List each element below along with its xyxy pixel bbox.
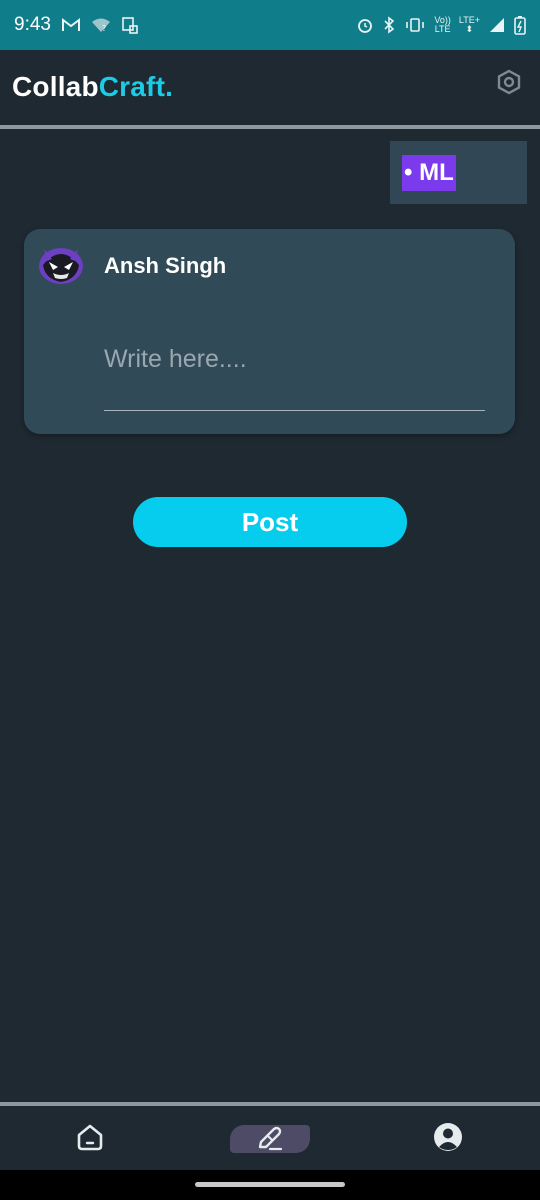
- alarm-icon: [356, 16, 374, 34]
- bluetooth-icon: [382, 16, 396, 34]
- tag-container: • ML: [390, 141, 527, 204]
- lte-small-label: LTE: [434, 24, 451, 34]
- post-button[interactable]: Post: [133, 497, 407, 547]
- nav-profile-button[interactable]: [420, 1120, 476, 1154]
- system-navigation-bar: [0, 1170, 540, 1200]
- data-arrows-icon: ⬍: [465, 24, 474, 34]
- wifi-unknown-icon: ?: [91, 17, 111, 33]
- battery-icon: [514, 15, 526, 35]
- status-time: 9:43: [14, 14, 51, 35]
- settings-button[interactable]: [494, 67, 524, 97]
- compose-card: Ansh Singh: [24, 229, 515, 434]
- gesture-handle[interactable]: [195, 1182, 345, 1187]
- brand-part-1: Collab: [12, 71, 99, 102]
- bottom-nav: [0, 1106, 540, 1170]
- brand-part-2: Craft.: [98, 71, 174, 102]
- profile-icon: [434, 1123, 462, 1151]
- status-bar-right: Vo)) LTE LTE+ ⬍: [356, 15, 526, 35]
- post-text-input[interactable]: [104, 339, 484, 379]
- home-icon: [77, 1124, 103, 1151]
- avatar-image: [39, 248, 83, 284]
- avatar[interactable]: [38, 245, 84, 285]
- create-post-icon: [258, 1126, 283, 1151]
- svg-text:?: ?: [102, 24, 106, 33]
- nav-home-button[interactable]: [62, 1120, 118, 1154]
- app-logo: CollabCraft.: [12, 71, 173, 103]
- input-underline: [104, 410, 485, 411]
- gmail-icon: [61, 17, 81, 33]
- tag-chip-ml[interactable]: • ML: [402, 155, 456, 191]
- lte-plus-indicator: LTE+ ⬍: [459, 16, 480, 34]
- data-saver-icon: [121, 16, 139, 34]
- status-bar-left: 9:43 ?: [14, 14, 139, 36]
- author-name: Ansh Singh: [104, 253, 227, 278]
- vibrate-icon: [404, 17, 426, 33]
- signal-icon: [488, 16, 506, 34]
- app-bar: CollabCraft.: [0, 50, 540, 126]
- settings-icon: [497, 69, 521, 95]
- nav-create-post-button[interactable]: [230, 1125, 310, 1153]
- volte-indicator: Vo)) LTE: [434, 16, 451, 34]
- app-bar-divider: [0, 125, 540, 129]
- status-bar: 9:43 ? Vo)) LTE LTE+ ⬍: [0, 0, 540, 50]
